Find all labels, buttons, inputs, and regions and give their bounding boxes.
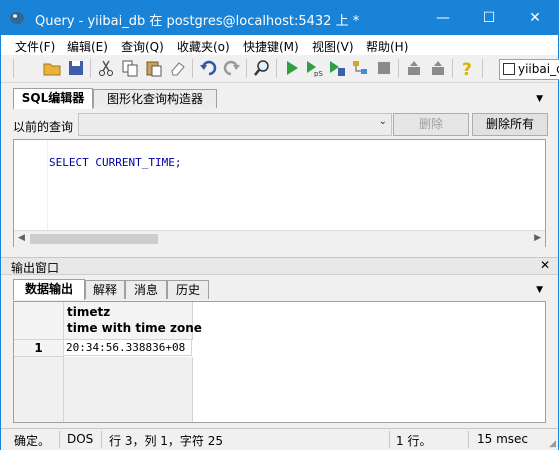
status-separator <box>101 431 102 448</box>
window-title: Query - yiibai_db 在 postgres@localhost:5… <box>35 14 360 29</box>
cut-icon[interactable] <box>97 59 115 77</box>
table-cell[interactable]: 20:34:56.338836+08 <box>64 340 192 356</box>
menu-file[interactable]: 文件(F) <box>15 38 55 55</box>
column-header[interactable]: timetz time with time zone <box>64 302 202 340</box>
open-icon[interactable] <box>43 59 61 77</box>
status-encoding: DOS <box>67 432 94 446</box>
close-button[interactable]: ✕ <box>512 1 558 35</box>
tab-data-output[interactable]: 数据输出 <box>13 279 85 300</box>
query-window: Query - yiibai_db 在 postgres@localhost:5… <box>0 0 559 450</box>
output-pane-title: 输出窗口 <box>11 261 60 275</box>
stop-icon[interactable] <box>375 59 393 77</box>
toolbar-separator <box>192 59 193 78</box>
undo-icon[interactable] <box>199 59 217 77</box>
toolbar-grip <box>13 59 14 78</box>
grid-corner[interactable] <box>14 302 64 340</box>
find-icon[interactable] <box>253 59 271 77</box>
delete-all-button[interactable]: 删除所有 <box>472 113 548 136</box>
editor-gutter <box>14 140 48 230</box>
paste-icon[interactable] <box>145 59 163 77</box>
menu-help[interactable]: 帮助(H) <box>366 38 408 55</box>
save-icon[interactable] <box>67 59 85 77</box>
tab-messages[interactable]: 消息 <box>125 280 167 299</box>
status-separator <box>59 431 60 448</box>
eraser-icon[interactable] <box>169 59 187 77</box>
svg-text:?: ? <box>462 60 472 77</box>
status-cursor-position: 行 3，列 1，字符 25 <box>109 434 223 448</box>
scrollbar-thumb[interactable] <box>30 234 158 244</box>
history-combo[interactable]: ⌄ <box>78 113 392 136</box>
toolbar-separator <box>90 59 91 78</box>
column-name: timetz <box>67 305 111 319</box>
resize-grip-icon[interactable]: ◢ <box>549 439 556 449</box>
toolbar-separator <box>398 59 399 78</box>
tab-history[interactable]: 历史 <box>167 280 209 299</box>
history-label: 以前的查询 <box>13 120 74 134</box>
tab-graphical-query-builder[interactable]: 图形化查询构造器 <box>93 89 217 108</box>
menu-favourites[interactable]: 收藏夹(o) <box>177 38 230 55</box>
svg-text:pS: pS <box>314 70 323 77</box>
vacuum-icon[interactable] <box>405 59 423 77</box>
status-row-count: 1 行。 <box>396 434 432 448</box>
explain-analyze-icon[interactable] <box>429 59 447 77</box>
menu-edit[interactable]: 编辑(E) <box>67 38 108 55</box>
database-label: yiibai_db <box>518 62 559 76</box>
output-pane-header: 输出窗口 ✕ <box>1 257 558 275</box>
menu-view[interactable]: 视图(V) <box>312 38 354 55</box>
column-type: time with time zone <box>67 321 202 335</box>
scroll-right-icon[interactable]: ▶ <box>534 233 541 243</box>
output-tab-strip: 数据输出 解释 消息 历史 ▼ <box>13 279 547 300</box>
toolbar-separator <box>452 59 453 78</box>
menu-bar: 文件(F) 编辑(E) 查询(Q) 收藏夹(o) 快捷键(M) 视图(V) 帮助… <box>1 35 558 55</box>
database-selector[interactable]: yiibai_db <box>499 59 559 80</box>
execute-pgscript-icon[interactable]: pS <box>305 59 323 77</box>
close-icon[interactable]: ✕ <box>540 258 550 272</box>
status-elapsed-time: 15 msec <box>477 432 529 446</box>
execute-icon[interactable] <box>283 59 301 77</box>
result-grid: timetz time with time zone 1 20:34:56.33… <box>13 301 546 423</box>
status-state: 确定。 <box>14 434 51 448</box>
grid-empty-area <box>64 357 193 422</box>
maximize-button[interactable]: ☐ <box>466 1 512 35</box>
menu-macros[interactable]: 快捷键(M) <box>243 38 299 55</box>
checkbox-icon <box>503 63 515 75</box>
tab-explain[interactable]: 解释 <box>85 280 125 299</box>
toolbar: pS ? yiibai_db <box>1 55 559 83</box>
copy-icon[interactable] <box>121 59 139 77</box>
status-bar: 确定。 DOS 行 3，列 1，字符 25 1 行。 15 msec ◢ <box>1 428 558 450</box>
status-separator <box>468 431 469 448</box>
tab-sql-editor[interactable]: SQL编辑器 <box>13 88 93 109</box>
editor-tab-strip: SQL编辑器 图形化查询构造器 ▼ <box>13 88 547 109</box>
toolbar-separator <box>276 59 277 78</box>
tab-dropdown-icon[interactable]: ▼ <box>536 94 543 104</box>
explain-icon[interactable] <box>351 59 369 77</box>
sql-code[interactable]: SELECT CURRENT_TIME; <box>49 156 181 169</box>
toolbar-separator <box>246 59 247 78</box>
elephant-app-icon <box>10 12 24 24</box>
sql-editor[interactable]: SELECT CURRENT_TIME; ◀ ▶ <box>13 139 546 247</box>
minimize-button[interactable]: — <box>420 1 466 35</box>
tab-dropdown-icon[interactable]: ▼ <box>536 285 543 295</box>
row-number[interactable]: 1 <box>14 340 64 357</box>
toolbar-separator <box>482 59 483 78</box>
help-icon[interactable]: ? <box>459 59 477 77</box>
editor-horizontal-scrollbar[interactable]: ◀ ▶ <box>14 230 545 247</box>
chevron-down-icon: ⌄ <box>378 116 387 127</box>
title-bar: Query - yiibai_db 在 postgres@localhost:5… <box>1 1 558 35</box>
menu-query[interactable]: 查询(Q) <box>121 38 164 55</box>
grid-empty-area <box>14 357 64 422</box>
execute-to-file-icon[interactable] <box>328 59 346 77</box>
redo-icon[interactable] <box>223 59 241 77</box>
scroll-left-icon[interactable]: ◀ <box>18 233 25 243</box>
status-separator <box>389 431 390 448</box>
delete-button[interactable]: 删除 <box>393 113 469 136</box>
